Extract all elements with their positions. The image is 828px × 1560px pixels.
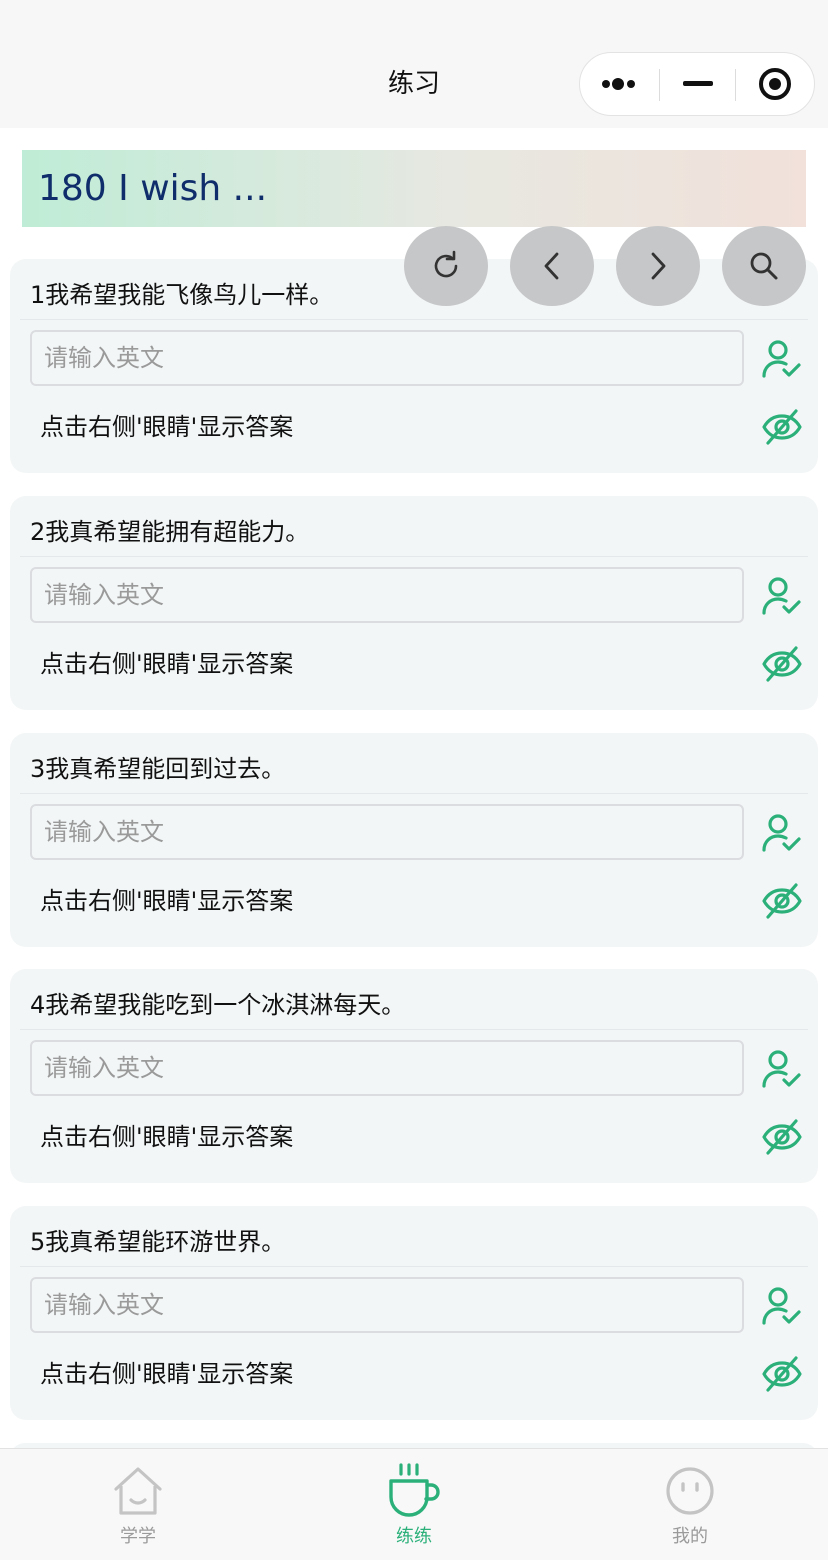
minimize-button[interactable] [660, 53, 735, 115]
lesson-banner: 180 I wish ... [22, 150, 806, 227]
tab-label: 练练 [396, 1526, 432, 1547]
divider [20, 1266, 808, 1267]
show-answer-button[interactable] [758, 879, 806, 923]
answer-input[interactable] [30, 1040, 744, 1096]
smiley-face-icon [552, 1463, 828, 1519]
question-prompt: 3我真希望能回到过去。 [30, 755, 286, 783]
eye-slash-icon [762, 1119, 802, 1155]
phone-screen: 练习 180 I wish ... 1我希望我能飞像鸟儿一样。 请输入英文 点击… [0, 0, 828, 1560]
refresh-icon [434, 250, 458, 278]
mini-program-capsule [579, 52, 815, 116]
search-icon [750, 252, 778, 280]
more-button[interactable] [580, 53, 659, 115]
exercise-card: 3我真希望能回到过去。 点击右侧'眼睛'显示答案 [10, 733, 818, 947]
search-button[interactable] [722, 226, 806, 306]
exercise-card: 5我真希望能环游世界。 点击右侧'眼睛'显示答案 [10, 1206, 818, 1420]
coffee-cup-icon [276, 1463, 552, 1519]
tab-me[interactable]: 我的 [552, 1449, 828, 1560]
home-icon [0, 1463, 276, 1519]
tab-bar: 学学 练练 我的 [0, 1448, 828, 1560]
answer-hint: 点击右侧'眼睛'显示答案 [40, 1123, 294, 1151]
eye-slash-icon [762, 883, 802, 919]
check-answer-button[interactable] [758, 574, 806, 618]
eye-slash-icon [762, 409, 802, 445]
next-lesson-button[interactable] [616, 226, 700, 306]
divider [20, 319, 808, 320]
check-answer-button[interactable] [758, 337, 806, 381]
user-check-icon [762, 577, 801, 615]
answer-hint: 点击右侧'眼睛'显示答案 [40, 650, 294, 678]
more-dots-icon [601, 78, 635, 90]
tab-study[interactable]: 学学 [0, 1449, 276, 1560]
exercise-card: 2我真希望能拥有超能力。 点击右侧'眼睛'显示答案 [10, 496, 818, 710]
chevron-left-icon [544, 252, 559, 280]
previous-lesson-button[interactable] [510, 226, 594, 306]
refresh-button[interactable] [404, 226, 488, 306]
divider [20, 556, 808, 557]
user-check-icon [762, 814, 801, 852]
close-miniprogram-button[interactable] [736, 53, 814, 115]
exercise-card: 4我希望我能吃到一个冰淇淋每天。 点击右侧'眼睛'显示答案 [10, 969, 818, 1183]
navigation-bar: 练习 [0, 0, 828, 128]
question-prompt: 2我真希望能拥有超能力。 [30, 518, 310, 546]
show-answer-button[interactable] [758, 642, 806, 686]
answer-input[interactable] [30, 567, 744, 623]
user-check-icon [762, 1287, 801, 1325]
check-answer-button[interactable] [758, 1047, 806, 1091]
lesson-title: 180 I wish ... [38, 168, 268, 209]
eye-slash-icon [762, 1356, 802, 1392]
show-answer-button[interactable] [758, 1352, 806, 1396]
eye-slash-icon [762, 646, 802, 682]
user-check-icon [762, 340, 801, 378]
divider [20, 1029, 808, 1030]
answer-input[interactable] [30, 804, 744, 860]
question-prompt: 5我真希望能环游世界。 [30, 1228, 286, 1256]
divider [20, 793, 808, 794]
answer-hint: 点击右侧'眼睛'显示答案 [40, 887, 294, 915]
tab-label: 我的 [672, 1526, 708, 1547]
tab-label: 学学 [120, 1526, 156, 1547]
check-answer-button[interactable] [758, 811, 806, 855]
show-answer-button[interactable] [758, 405, 806, 449]
minimize-icon [682, 81, 713, 86]
answer-input[interactable] [30, 1277, 744, 1333]
tab-practice[interactable]: 练练 [276, 1449, 552, 1560]
answer-input[interactable] [30, 330, 744, 386]
show-answer-button[interactable] [758, 1115, 806, 1159]
question-prompt: 4我希望我能吃到一个冰淇淋每天。 [30, 991, 406, 1019]
answer-hint: 点击右侧'眼睛'显示答案 [40, 413, 294, 441]
answer-hint: 点击右侧'眼睛'显示答案 [40, 1360, 294, 1388]
question-prompt: 1我希望我能飞像鸟儿一样。 [30, 281, 334, 309]
user-check-icon [762, 1050, 801, 1088]
check-answer-button[interactable] [758, 1284, 806, 1328]
chevron-right-icon [651, 252, 666, 280]
target-close-icon [759, 68, 791, 100]
